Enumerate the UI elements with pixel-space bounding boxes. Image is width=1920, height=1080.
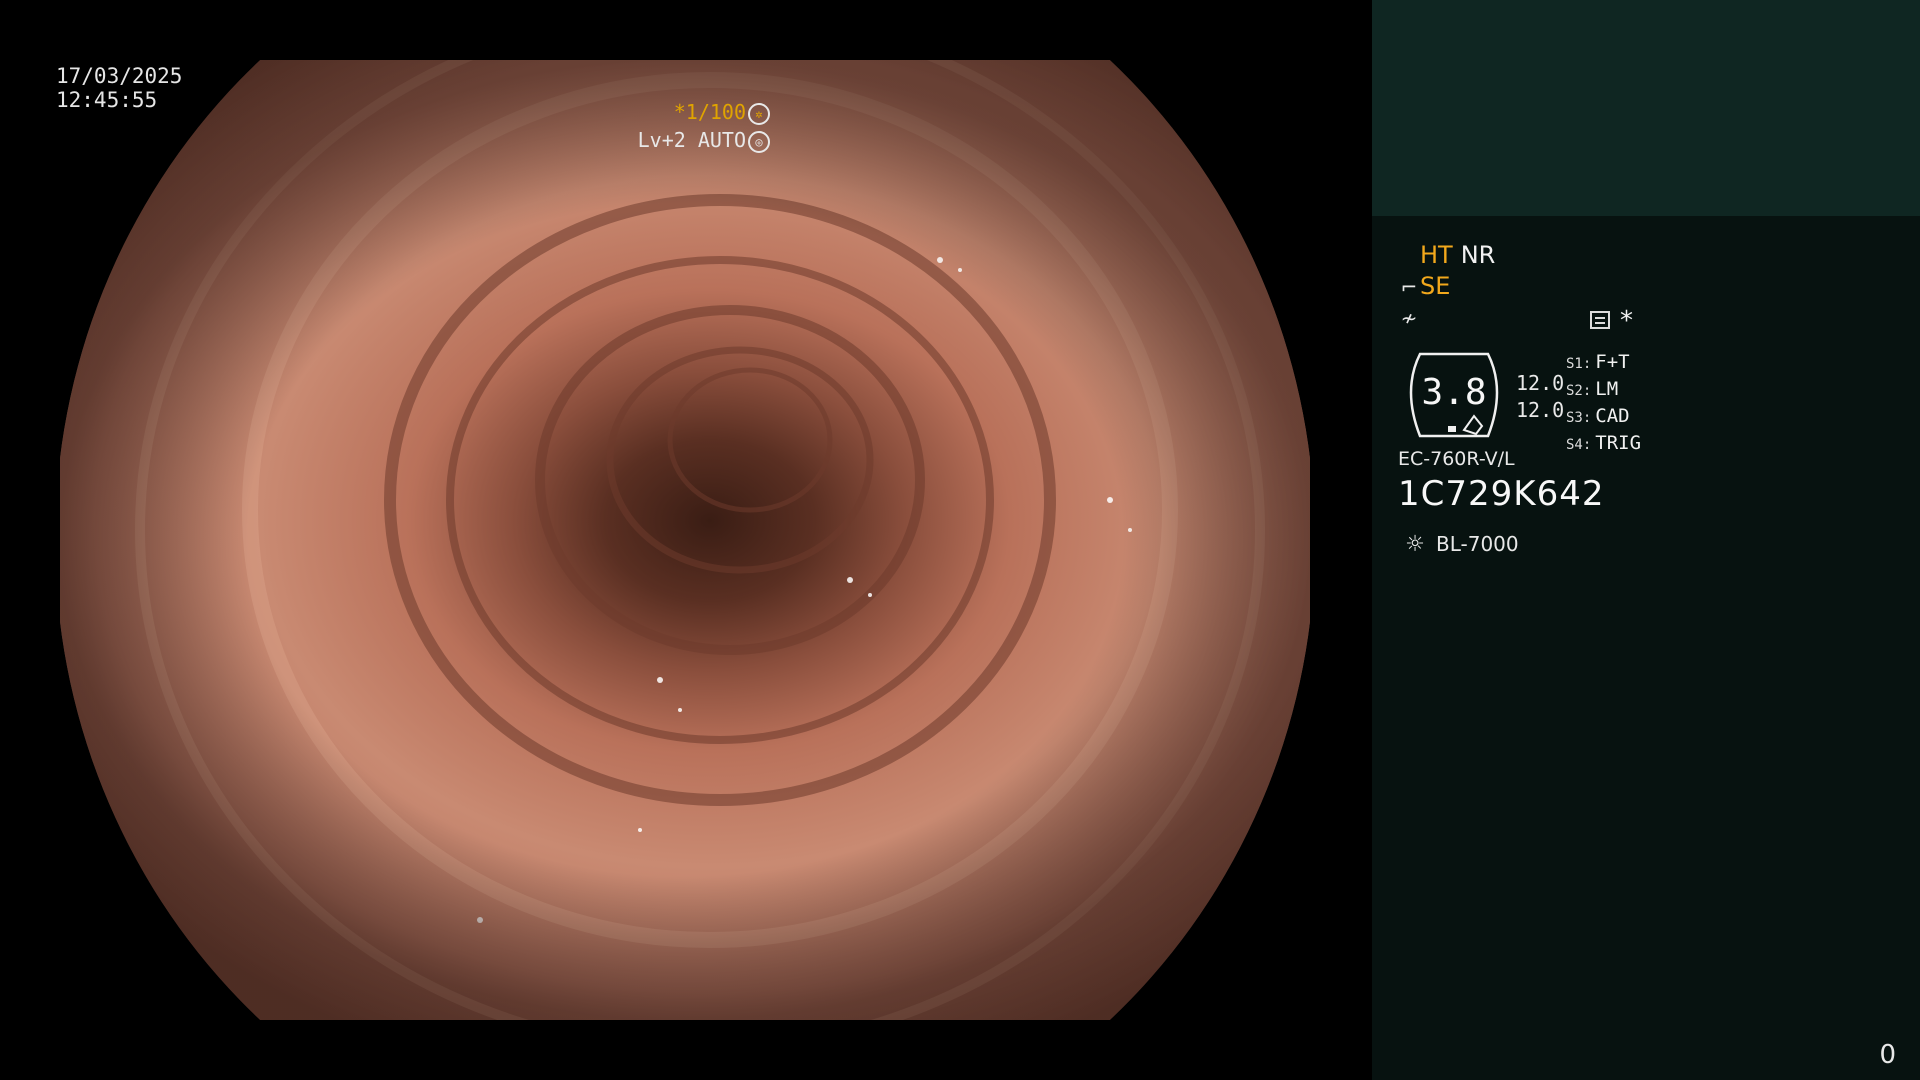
se-label: SE — [1420, 272, 1451, 300]
level-text: Lv+2 AUTO — [637, 128, 746, 152]
switch-key: S3: — [1566, 410, 1592, 426]
switch-row: S3: CAD — [1566, 404, 1641, 431]
gauge-pair: 12.0 12.0 — [1516, 370, 1564, 424]
gauge-pair-bottom: 12.0 — [1516, 398, 1565, 422]
asterisk-mark: * — [1620, 306, 1633, 336]
insertion-gauge: 3.8 — [1398, 350, 1510, 440]
switch-key: S2: — [1566, 383, 1592, 399]
frame-counter: 0 — [1879, 1040, 1896, 1070]
switch-key: S1: — [1566, 356, 1592, 372]
date-text: 17/03/2025 — [56, 64, 183, 88]
status-panel-header — [1372, 0, 1920, 216]
switch-key: S4: — [1566, 437, 1592, 453]
light-source-model: BL-7000 — [1436, 532, 1519, 556]
auto-exposure-icon: ◎ — [748, 130, 770, 153]
shutter-text: *1/100 — [673, 100, 746, 124]
scope-switch-assignments: S1: F+T S2: LM S3: CAD S4: TRIG — [1566, 350, 1641, 458]
aperture-icon: ✲ — [748, 102, 770, 125]
switch-value: LM — [1595, 378, 1619, 400]
endoscopic-image — [60, 60, 1310, 1020]
time-text: 12:45:55 — [56, 88, 158, 112]
processing-status: HT NR ⌐ SE ≁ * — [1398, 240, 1633, 336]
light-source: ☼ BL-7000 — [1400, 532, 1519, 557]
gauge-pair-top: 12.0 — [1516, 371, 1565, 395]
se-row: ⌐ SE — [1398, 271, 1495, 302]
shutter-readout: *1/100 ✲ — [674, 100, 770, 125]
switch-row: S4: TRIG — [1566, 431, 1641, 458]
memo-icon — [1590, 311, 1610, 329]
scope-serial: 1C729K642 — [1398, 474, 1605, 514]
switch-value: TRIG — [1595, 432, 1642, 454]
enhance-icon: ≁ — [1400, 306, 1418, 330]
exposure-level-readout: Lv+2 AUTO ◎ — [638, 128, 770, 153]
scope-tip-icon: ⌐ — [1400, 275, 1418, 299]
switch-row: S2: LM — [1566, 377, 1641, 404]
date-time-readout: 17/03/2025 12:45:55 — [56, 64, 182, 112]
nr-label: NR — [1460, 241, 1496, 269]
switch-value: CAD — [1595, 405, 1630, 427]
ht-label: HT — [1420, 241, 1453, 269]
sun-icon: ☼ — [1405, 532, 1425, 557]
switch-row: S1: F+T — [1566, 350, 1641, 377]
endoscope-view-pane: 17/03/2025 12:45:55 *1/100 ✲ Lv+2 AUTO ◎ — [0, 0, 1372, 1080]
scope-model: EC-760R-V/L — [1398, 448, 1515, 470]
ht-nr-row: HT NR — [1398, 240, 1495, 271]
enhance-row: ≁ * — [1398, 302, 1633, 336]
switch-value: F+T — [1595, 351, 1630, 373]
gauge-value: 3.8 — [1421, 372, 1487, 413]
